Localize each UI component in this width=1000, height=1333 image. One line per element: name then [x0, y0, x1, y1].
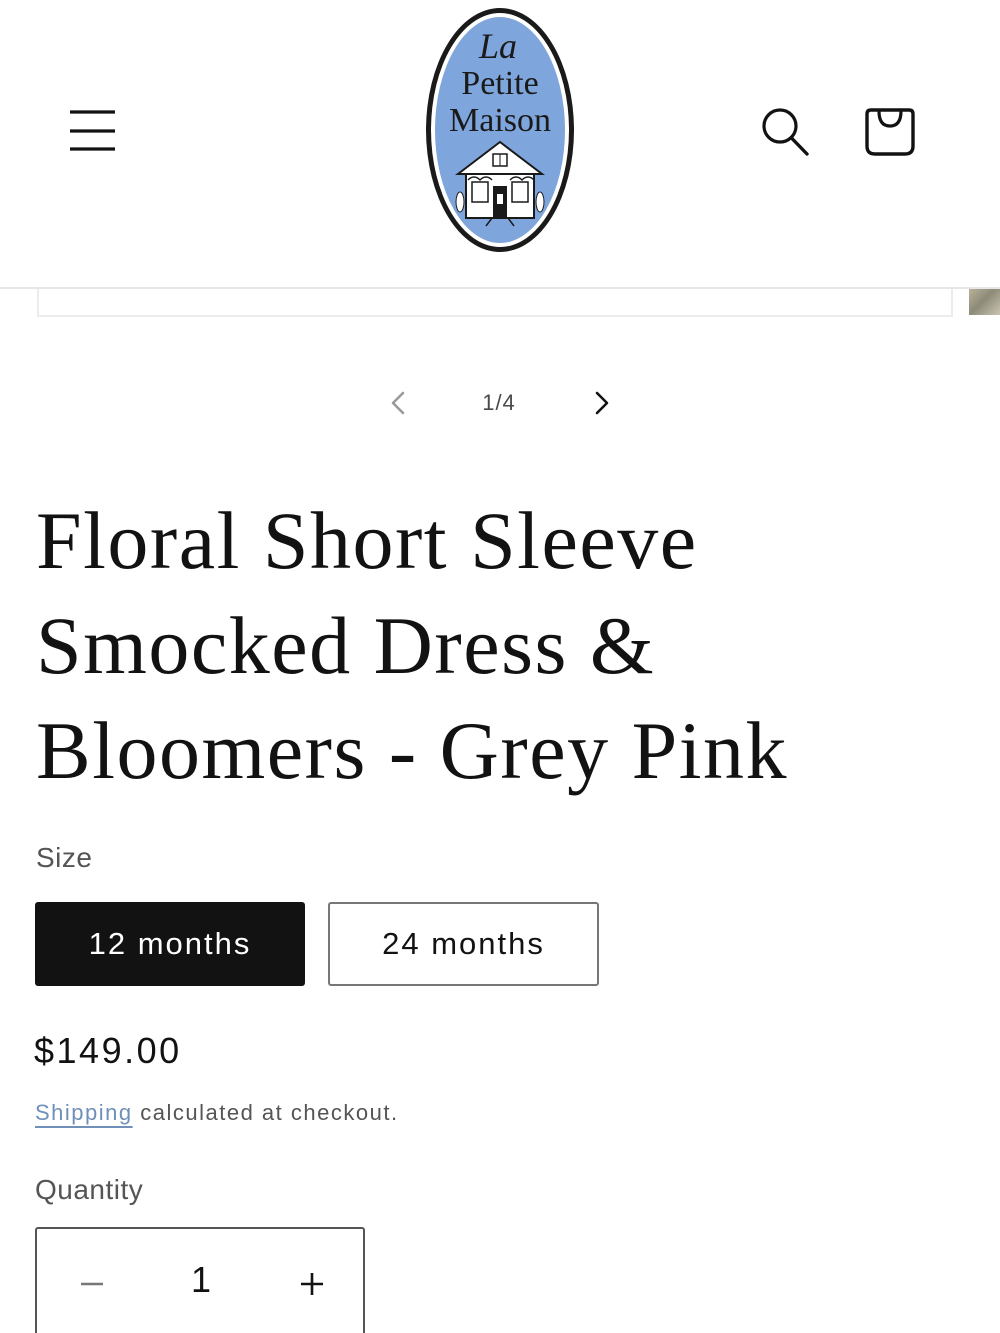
logo-text-petite: Petite	[461, 65, 538, 102]
logo-text-maison: Maison	[449, 102, 551, 139]
next-image-preview[interactable]	[969, 289, 1000, 315]
brand-logo[interactable]: La Petite Maison	[422, 4, 578, 256]
decrease-quantity-button[interactable]	[57, 1251, 127, 1317]
next-slide-button[interactable]	[584, 383, 620, 423]
site-header: La Petite Maison	[0, 0, 1000, 289]
increase-quantity-button[interactable]	[277, 1251, 347, 1317]
product-price: $149.00	[34, 1030, 182, 1071]
shipping-link[interactable]: Shipping	[35, 1100, 133, 1125]
size-label: Size	[36, 842, 93, 873]
cart-button[interactable]	[862, 104, 918, 160]
shopping-bag-icon	[865, 108, 915, 156]
shipping-note: Shipping calculated at checkout.	[35, 1100, 399, 1126]
product-title: Floral Short Sleeve Smocked Dress & Bloo…	[36, 495, 788, 796]
menu-button[interactable]	[62, 103, 124, 159]
chevron-right-icon	[595, 391, 609, 415]
product-image-frame	[37, 289, 953, 317]
size-option-12-months[interactable]: 12 months	[35, 902, 305, 986]
slide-counter: 1/4	[482, 390, 516, 415]
search-button[interactable]	[758, 104, 812, 160]
previous-slide-button[interactable]	[380, 383, 416, 423]
quantity-label: Quantity	[35, 1174, 144, 1205]
hamburger-menu-icon	[70, 110, 115, 151]
minus-icon	[81, 1282, 103, 1286]
search-icon	[762, 108, 809, 156]
logo-text-la: La	[478, 26, 517, 66]
size-option-24-months[interactable]: 24 months	[328, 902, 599, 986]
quantity-stepper	[35, 1227, 365, 1333]
chevron-left-icon	[391, 391, 405, 415]
quantity-input[interactable]	[152, 1259, 250, 1301]
plus-icon	[301, 1273, 323, 1295]
shipping-note-text: calculated at checkout.	[132, 1100, 399, 1125]
